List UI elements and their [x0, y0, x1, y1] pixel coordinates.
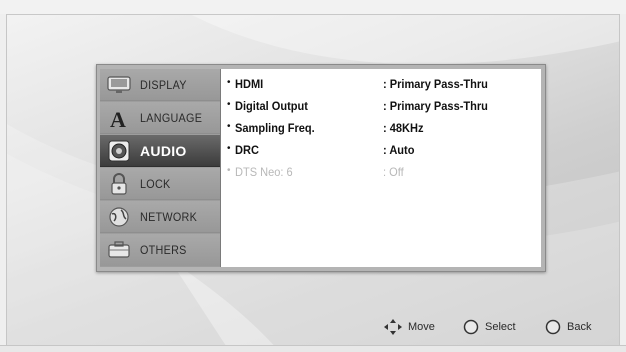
dpad-icon: [384, 319, 402, 335]
globe-icon: [106, 206, 132, 228]
hint-back-label: Back: [567, 321, 592, 333]
menu-item-others[interactable]: OTHERS: [100, 234, 220, 266]
hint-move: Move: [384, 319, 435, 335]
setting-name: DTS Neo: 6: [235, 165, 293, 179]
hint-select: Select: [463, 319, 516, 335]
menu-label-network: NETWORK: [140, 209, 198, 224]
bullet: •: [227, 165, 231, 176]
setup-menu: DISPLAY A LANGUAGE AUDIO LOCK NETWORK OT…: [100, 69, 220, 267]
menu-item-network[interactable]: NETWORK: [100, 201, 220, 233]
hint-select-label: Select: [485, 321, 516, 333]
audio-settings-list: • HDMI : Primary Pass-Thru • Digital Out…: [220, 69, 541, 267]
menu-item-audio[interactable]: AUDIO: [100, 135, 220, 167]
menu-label-others: OTHERS: [140, 243, 187, 257]
setting-name: HDMI: [235, 77, 264, 91]
menu-label-audio: AUDIO: [140, 142, 187, 159]
hint-move-label: Move: [408, 321, 435, 333]
setting-name: Sampling Freq.: [235, 121, 315, 135]
setting-value: : Auto: [383, 143, 415, 157]
setting-row-hdmi[interactable]: • HDMI : Primary Pass-Thru: [221, 75, 541, 97]
bullet: •: [227, 143, 231, 154]
setting-value: : Off: [383, 165, 404, 179]
menu-label-language: LANGUAGE: [140, 110, 203, 125]
language-icon: A: [106, 107, 132, 129]
frame-left: [0, 14, 7, 352]
back-button-icon: [545, 319, 561, 335]
bullet: •: [227, 99, 231, 110]
bullet: •: [227, 121, 231, 132]
speaker-icon: [106, 140, 132, 162]
bullet: •: [227, 77, 231, 88]
hint-back: Back: [545, 319, 591, 335]
svg-text:A: A: [110, 107, 126, 129]
setting-name: DRC: [235, 143, 259, 157]
setting-value: : 48KHz: [383, 121, 424, 135]
ok-button-icon: [463, 319, 479, 335]
menu-label-display: DISPLAY: [140, 77, 187, 92]
setting-row-dts-neo6: • DTS Neo: 6 : Off: [221, 163, 541, 185]
display-icon: [106, 74, 132, 96]
box-icon: [106, 239, 132, 261]
menu-item-language[interactable]: A LANGUAGE: [100, 102, 220, 134]
settings-screen: DISPLAY A LANGUAGE AUDIO LOCK NETWORK OT…: [0, 0, 626, 352]
setting-row-sampling-freq[interactable]: • Sampling Freq. : 48KHz: [221, 119, 541, 141]
frame-bottom: [0, 345, 626, 352]
setting-row-digital-output[interactable]: • Digital Output : Primary Pass-Thru: [221, 97, 541, 119]
setting-value: : Primary Pass-Thru: [383, 77, 488, 91]
menu-label-lock: LOCK: [140, 176, 171, 191]
frame-right: [619, 14, 626, 352]
lock-icon: [106, 172, 132, 195]
menu-item-lock[interactable]: LOCK: [100, 168, 220, 200]
setting-row-drc[interactable]: • DRC : Auto: [221, 141, 541, 163]
setting-name: Digital Output: [235, 99, 308, 113]
frame-top: [0, 0, 626, 15]
setting-value: : Primary Pass-Thru: [383, 99, 488, 113]
menu-item-display[interactable]: DISPLAY: [100, 69, 220, 101]
